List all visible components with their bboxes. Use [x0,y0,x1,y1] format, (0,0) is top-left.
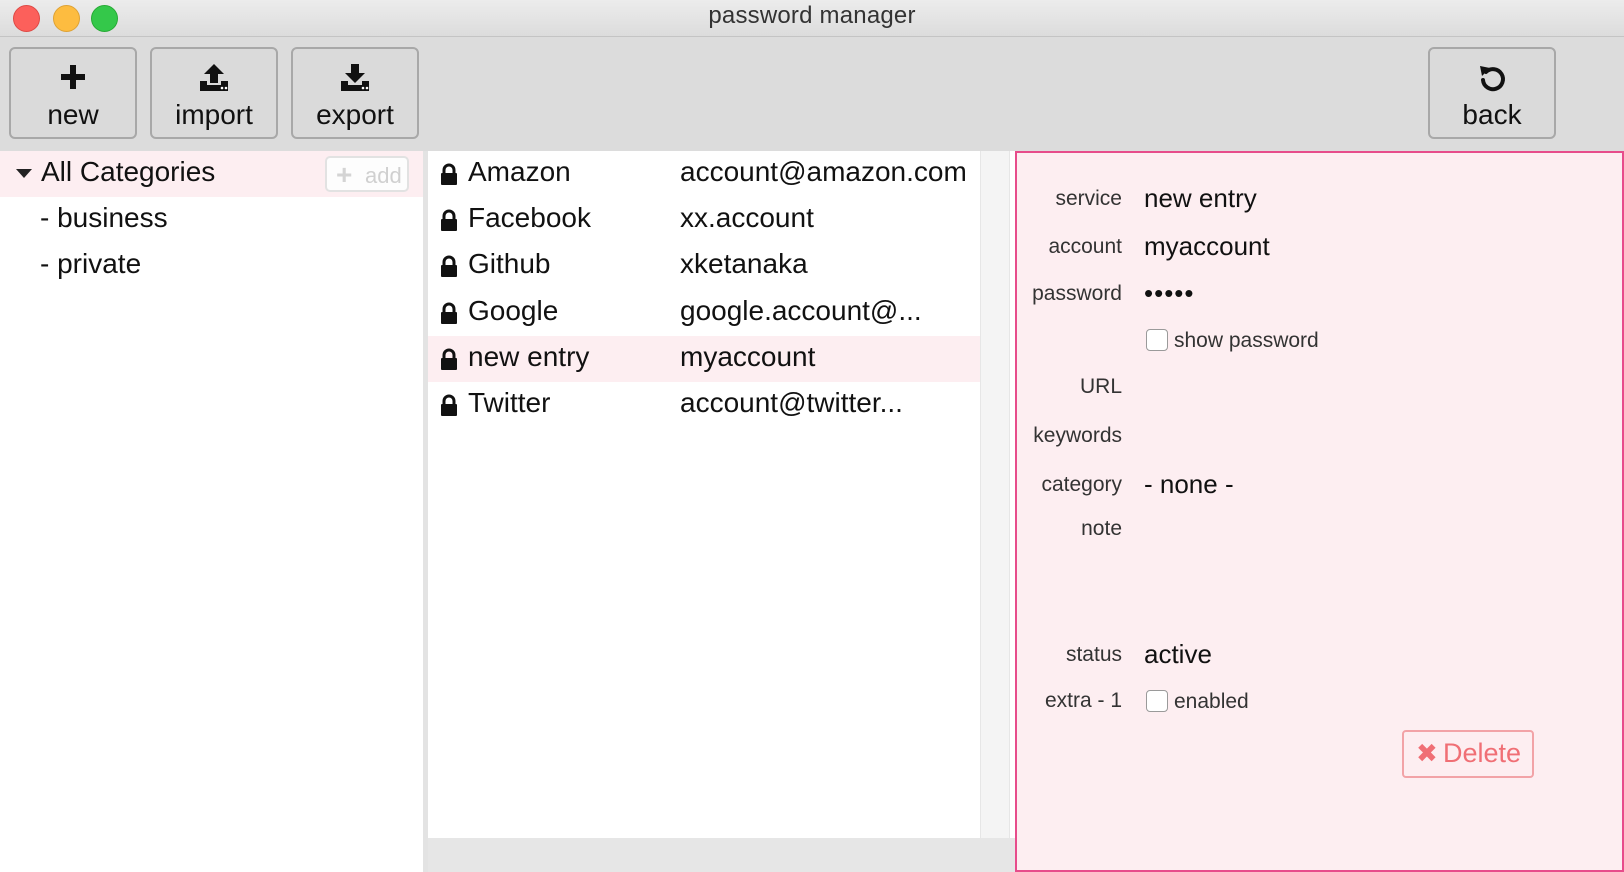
show-password-label[interactable]: show password [1174,329,1319,353]
add-category-label: add [365,163,402,188]
lock-icon [441,394,457,416]
lock-icon [441,302,457,324]
entry-account: xx.account [680,202,814,233]
category-item-business[interactable]: - business [40,202,168,234]
category-value[interactable]: - none - [1144,469,1234,500]
entry-detail-panel: service new entry account myaccount pass… [1015,151,1624,872]
entry-row-github[interactable]: Github xketanaka [428,243,980,289]
entry-account: account@twitter... [680,387,903,418]
password-value[interactable]: ••••• [1144,278,1195,309]
service-value[interactable]: new entry [1144,183,1257,214]
entry-account: xketanaka [680,248,808,279]
category-header[interactable]: All Categories + add [0,151,423,197]
entry-row-new-entry[interactable]: new entry myaccount [428,336,980,382]
entry-list-footer [428,838,1016,872]
keywords-label: keywords [1033,424,1122,447]
extra-1-enabled-label[interactable]: enabled [1174,690,1249,714]
import-button-label: import [175,99,253,130]
entry-service: Facebook [468,202,591,233]
password-label: password [1032,282,1122,305]
extra-1-label: extra - 1 [1044,689,1122,712]
note-label: note [1081,517,1122,540]
back-button-label: back [1462,99,1522,130]
upload-icon [152,63,276,95]
entry-service: new entry [468,341,590,372]
close-icon: ✖ [1416,738,1438,768]
export-button-label: export [316,99,394,130]
export-button[interactable]: export [291,47,419,139]
entry-service: Twitter [468,387,551,418]
new-button-label: new [47,99,99,130]
entry-list: Amazon account@amazon.com Facebook xx.ac… [428,151,980,838]
new-button[interactable]: new [9,47,137,139]
entry-row-facebook[interactable]: Facebook xx.account [428,197,980,243]
download-icon [293,63,417,95]
status-label: status [1065,643,1122,666]
lock-icon [441,255,457,277]
entry-row-twitter[interactable]: Twitter account@twitter... [428,382,980,428]
title-bar: password manager [0,0,1624,37]
toolbar: new import export back [0,37,1624,151]
plus-icon: + [336,159,353,190]
category-pane: All Categories + add - business - privat… [0,151,428,872]
lock-icon [441,163,457,185]
status-value[interactable]: active [1144,639,1212,670]
all-categories-label: All Categories [41,156,216,187]
lock-icon [441,209,457,231]
import-button[interactable]: import [150,47,278,139]
entry-list-scrollbar[interactable] [980,151,1010,838]
plus-icon [11,63,135,95]
lock-icon [441,348,457,370]
url-label: URL [1079,375,1122,398]
service-label: service [1055,187,1122,210]
add-category-button[interactable]: + add [325,156,409,192]
entry-account: account@amazon.com [680,156,967,187]
entry-service: Google [468,295,559,326]
entry-service: Github [468,248,551,279]
window-title: password manager [708,2,916,29]
entry-row-amazon[interactable]: Amazon account@amazon.com [428,151,980,197]
category-item-private[interactable]: - private [40,248,141,280]
account-label: account [1048,235,1122,258]
category-label: category [1041,473,1122,496]
entry-row-google[interactable]: Google google.account@... [428,290,980,336]
entry-account: google.account@... [680,295,922,326]
show-password-checkbox[interactable] [1146,329,1168,351]
caret-down-icon[interactable] [16,169,32,178]
undo-icon [1430,63,1554,95]
entry-account: myaccount [680,341,816,372]
delete-button-label: Delete [1443,738,1522,768]
account-value[interactable]: myaccount [1144,231,1270,262]
extra-1-enabled-checkbox[interactable] [1146,690,1168,712]
delete-button[interactable]: ✖ Delete [1402,730,1534,778]
back-button[interactable]: back [1428,47,1556,139]
entry-service: Amazon [468,156,571,187]
